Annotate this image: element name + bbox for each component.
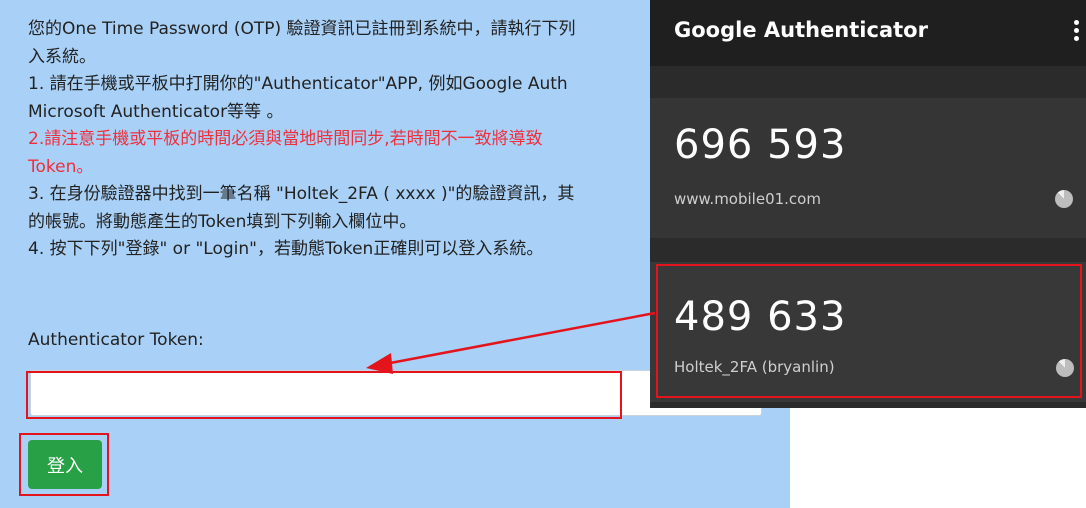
countdown-timer-icon: [1056, 359, 1074, 377]
instruction-line: 入系統。: [28, 46, 96, 67]
account-card[interactable]: 696 593 www.mobile01.com: [650, 98, 1086, 238]
account-card[interactable]: 489 633 Holtek_2FA (bryanlin): [650, 262, 1086, 402]
otp-instructions: 您的One Time Password (OTP) 驗證資訊已註冊到系統中，請執…: [28, 16, 668, 264]
authenticator-app: Google Authenticator 696 593 www.mobile0…: [650, 0, 1086, 408]
instruction-line: 1. 請在手機或平板中打開你的"Authenticator"APP, 例如Goo…: [28, 74, 568, 94]
instruction-warning-line: Token。: [28, 156, 94, 177]
app-bar: Google Authenticator: [650, 0, 1086, 66]
instruction-line: Microsoft Authenticator等等 。: [28, 101, 284, 122]
instruction-warning-line: 2.請注意手機或平板的時間必須與當地時間同步,若時間不一致將導致: [28, 129, 543, 149]
countdown-timer-icon: [1055, 190, 1073, 208]
more-vert-icon[interactable]: [1074, 20, 1080, 44]
instruction-line: 的帳號。將動態產生的Token填到下列輸入欄位中。: [28, 211, 417, 232]
account-name: Holtek_2FA (bryanlin): [674, 358, 835, 376]
instruction-line: 您的One Time Password (OTP) 驗證資訊已註冊到系統中，請執…: [28, 19, 576, 39]
token-label: Authenticator Token:: [28, 330, 204, 350]
instruction-line: 3. 在身份驗證器中找到一筆名稱 "Holtek_2FA ( xxxx )"的驗…: [28, 184, 575, 204]
otp-code: 489 633: [674, 294, 847, 340]
account-name: www.mobile01.com: [674, 190, 821, 208]
otp-code: 696 593: [674, 122, 847, 168]
instruction-line: 4. 按下下列"登錄" or "Login"，若動態Token正確則可以登入系統…: [28, 239, 544, 259]
login-button[interactable]: 登入: [28, 440, 102, 489]
app-title: Google Authenticator: [674, 18, 928, 42]
